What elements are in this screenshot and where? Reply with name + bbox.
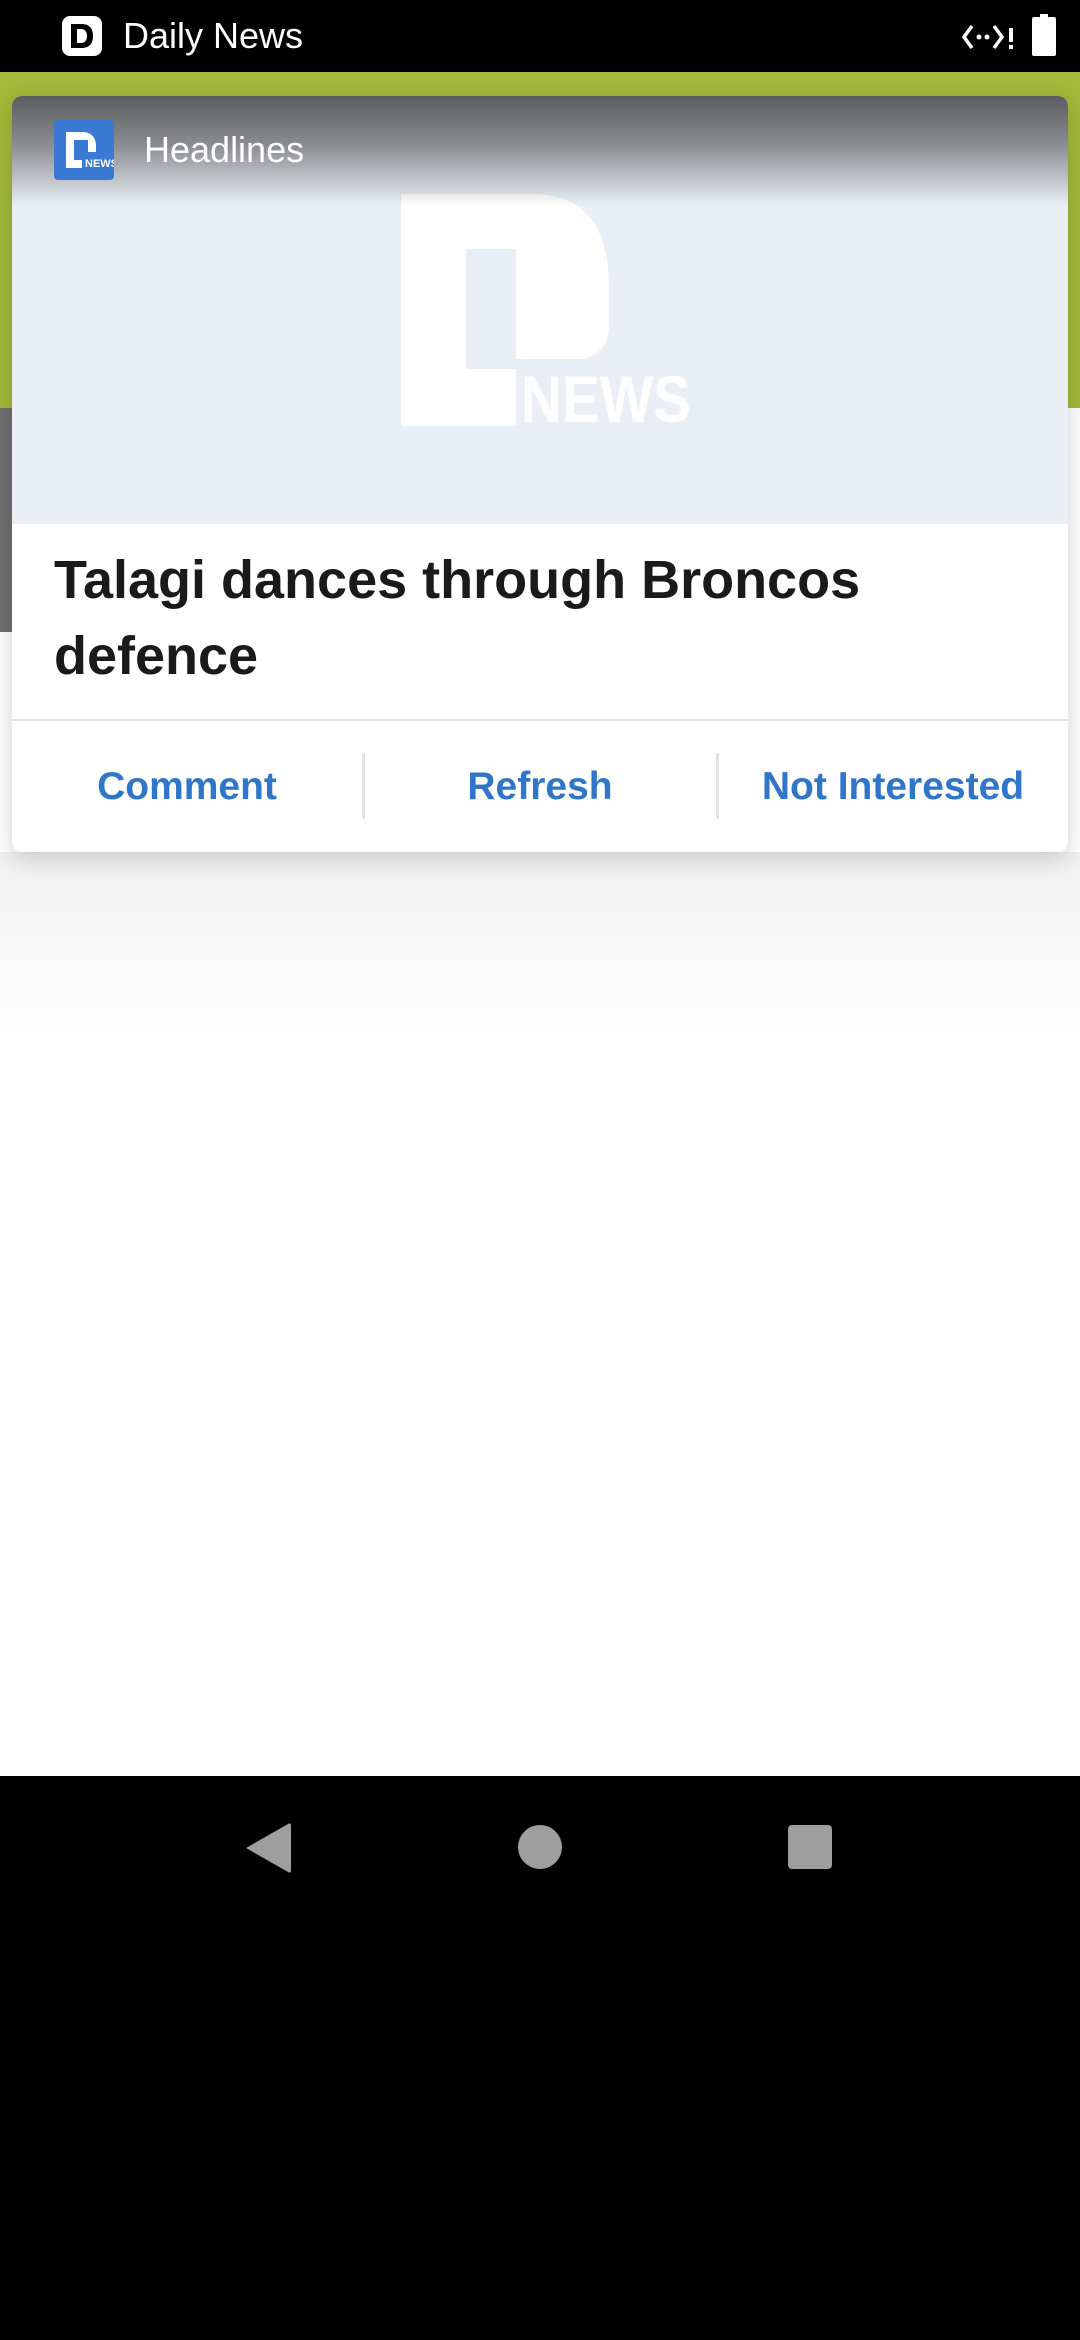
watermark-text: NEWS — [521, 362, 691, 426]
not-interested-button[interactable]: Not Interested — [718, 721, 1068, 852]
background-strip — [0, 408, 12, 632]
daily-news-logo[interactable]: NEWS — [54, 120, 114, 180]
recents-icon[interactable] — [787, 1824, 833, 1870]
widget-header-title[interactable]: Headlines — [144, 124, 304, 176]
status-bar: Daily News — [0, 0, 1080, 72]
navigation-bar — [0, 1776, 1080, 2340]
comment-button[interactable]: Comment — [12, 721, 362, 852]
home-icon[interactable] — [517, 1824, 563, 1870]
action-bar: Comment Refresh Not Interested — [12, 721, 1068, 852]
headline-text[interactable]: Talagi dances through Broncos defence — [54, 542, 1034, 694]
daily-news-watermark-logo: NEWS — [401, 194, 691, 426]
svg-text:NEWS: NEWS — [85, 158, 114, 170]
headline-widget-card[interactable]: NEWS NEWS Headlines Talagi dances throug… — [12, 96, 1068, 852]
battery-icon — [1032, 14, 1056, 56]
daily-news-icon — [62, 16, 102, 56]
back-icon[interactable] — [242, 1820, 292, 1876]
status-app-name: Daily News — [123, 15, 304, 56]
shadow-fade — [0, 852, 1080, 1032]
refresh-button[interactable]: Refresh — [364, 721, 716, 852]
dev-debug-icon — [962, 24, 1013, 50]
